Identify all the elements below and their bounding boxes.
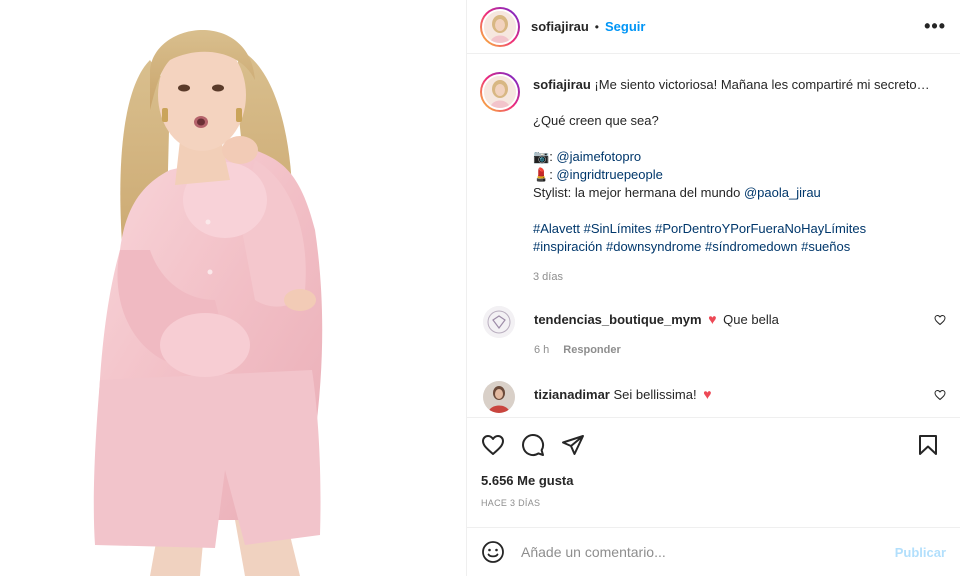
emoji-icon[interactable] bbox=[481, 540, 505, 564]
camera-icon: 📷 bbox=[533, 149, 550, 164]
caption-avatar-image bbox=[484, 76, 516, 108]
red-heart-icon: ♥ bbox=[703, 386, 712, 402]
red-heart-icon: ♥ bbox=[708, 311, 717, 327]
more-options-button[interactable]: ••• bbox=[924, 16, 946, 37]
post-actions: 5.656 Me gusta HACE 3 DÍAS bbox=[467, 417, 960, 508]
author-username[interactable]: sofiajirau bbox=[531, 19, 589, 34]
comment-item: tendencias_boutique_mym ♥ Que bella 6 h … bbox=[480, 306, 946, 359]
post-header: sofiajirau • Seguir ••• bbox=[467, 0, 960, 54]
publish-button[interactable]: Publicar bbox=[895, 545, 946, 560]
hashtags-line-1[interactable]: #Alavett #SinLímites #PorDentroYPorFuera… bbox=[533, 220, 946, 238]
caption: sofiajirau ¡Me siento victoriosa! Mañana… bbox=[480, 72, 946, 286]
boutique-logo-icon bbox=[483, 306, 515, 338]
caption-line2: ¿Qué creen que sea? bbox=[533, 113, 659, 128]
hashtags-line-2[interactable]: #inspiración #downsyndrome #síndromedown… bbox=[533, 238, 946, 256]
caption-first-line: sofiajirau ¡Me siento victoriosa! Mañana… bbox=[533, 76, 946, 94]
caption-author-avatar[interactable] bbox=[480, 72, 520, 112]
commenter-username[interactable]: tizianadimar bbox=[534, 387, 610, 402]
caption-timestamp: 3 días bbox=[533, 271, 563, 283]
credit-makeup: 💄: @ingridtruepeople bbox=[533, 167, 663, 182]
author-avatar[interactable] bbox=[480, 6, 520, 47]
likes-count[interactable]: 5.656 Me gusta bbox=[481, 473, 946, 488]
bookmark-save-icon[interactable] bbox=[916, 433, 940, 457]
author-avatar-image bbox=[484, 10, 516, 43]
stylist-link[interactable]: @paola_jirau bbox=[744, 185, 821, 200]
makeup-artist-link[interactable]: @ingridtruepeople bbox=[556, 167, 662, 182]
lipstick-icon: 💄 bbox=[533, 167, 550, 182]
comment-bubble-icon[interactable] bbox=[521, 433, 545, 457]
comment-like-heart-icon[interactable] bbox=[934, 389, 946, 401]
post-time-ago: HACE 3 DÍAS bbox=[481, 498, 541, 508]
commenter-username[interactable]: tendencias_boutique_mym bbox=[534, 312, 702, 327]
like-heart-icon[interactable] bbox=[481, 433, 505, 457]
credit-stylist: Stylist: la mejor hermana del mundo @pao… bbox=[533, 185, 821, 200]
header-separator: • bbox=[594, 19, 599, 34]
comment-composer: Publicar bbox=[467, 527, 960, 576]
comment-like-heart-icon[interactable] bbox=[934, 314, 946, 326]
post-photo[interactable] bbox=[0, 0, 466, 576]
commenter-photo bbox=[483, 381, 515, 413]
commenter-avatar[interactable] bbox=[483, 306, 515, 338]
comment-meta: 6 h Responder bbox=[534, 341, 779, 359]
reply-button[interactable]: Responder bbox=[563, 341, 620, 359]
comment-input[interactable] bbox=[521, 544, 895, 560]
action-bar bbox=[481, 418, 946, 472]
post-image bbox=[0, 0, 466, 576]
commenter-avatar[interactable] bbox=[483, 381, 515, 413]
photographer-link[interactable]: @jaimefotopro bbox=[556, 149, 641, 164]
comment-item: tizianadimar Sei bellissima! ♥ bbox=[480, 381, 946, 413]
comment-text: Sei bellissima! bbox=[613, 387, 697, 402]
comment-content: tendencias_boutique_mym ♥ Que bella 6 h … bbox=[534, 310, 779, 359]
follow-button[interactable]: Seguir bbox=[605, 19, 645, 34]
comment-content: tizianadimar Sei bellissima! ♥ bbox=[534, 385, 715, 413]
comment-time: 6 h bbox=[534, 344, 550, 356]
post-sidebar: sofiajirau • Seguir ••• sofiajirau ¡Me s… bbox=[466, 0, 960, 576]
credit-photographer: 📷: @jaimefotopro bbox=[533, 149, 642, 164]
caption-text: sofiajirau ¡Me siento victoriosa! Mañana… bbox=[533, 76, 946, 286]
share-send-icon[interactable] bbox=[561, 433, 585, 457]
comment-text: Que bella bbox=[723, 312, 779, 327]
comments-feed[interactable]: sofiajirau ¡Me siento victoriosa! Mañana… bbox=[467, 54, 960, 416]
caption-line1: ¡Me siento victoriosa! Mañana les compar… bbox=[594, 77, 930, 92]
caption-username[interactable]: sofiajirau bbox=[533, 77, 591, 92]
